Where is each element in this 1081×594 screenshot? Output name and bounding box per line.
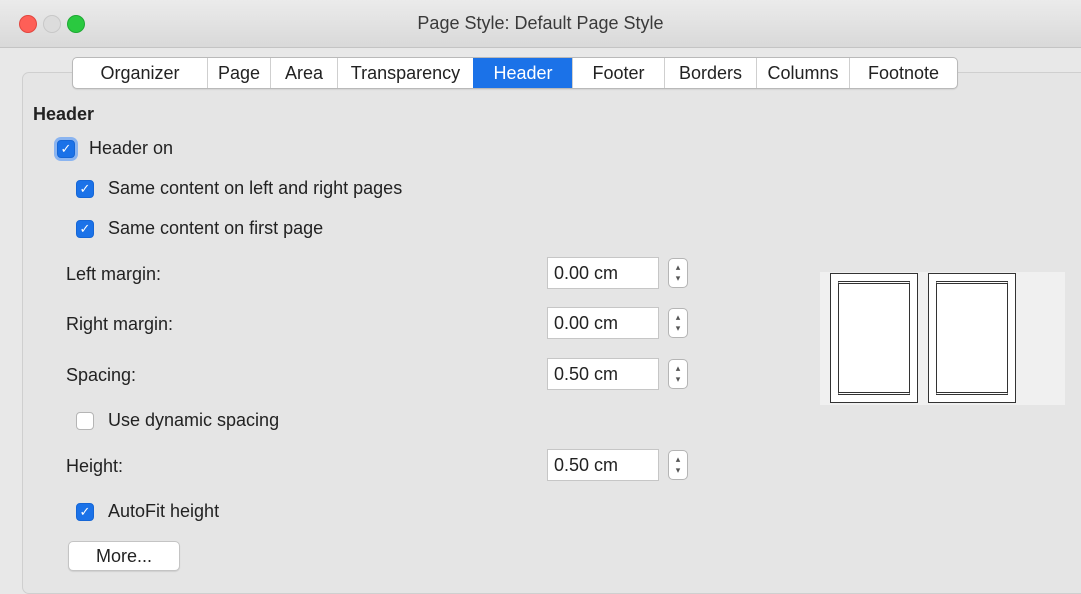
spin-up-icon: ▴: [675, 454, 681, 464]
spin-up-icon: ▴: [675, 363, 681, 373]
same-left-right-checkbox[interactable]: ✓: [76, 179, 94, 198]
spacing-label: Spacing:: [66, 365, 137, 385]
dynamic-spacing-checkbox[interactable]: [76, 411, 94, 430]
same-first-row: ✓ Same content on first page: [76, 218, 323, 239]
spin-up-icon: ▴: [675, 312, 681, 322]
tab-bar: Organizer Page Area Transparency Header …: [72, 57, 958, 89]
tab-footer[interactable]: Footer: [572, 58, 664, 88]
dynamic-spacing-row: Use dynamic spacing: [76, 410, 279, 431]
preview-left-page: [830, 273, 918, 403]
spin-up-icon: ▴: [675, 262, 681, 272]
checkmark-icon: ✓: [60, 141, 72, 156]
same-first-page-label[interactable]: Same content on first page: [108, 218, 323, 239]
tab-organizer[interactable]: Organizer: [73, 58, 207, 88]
tab-borders[interactable]: Borders: [664, 58, 756, 88]
height-spinner[interactable]: ▴ ▾: [668, 450, 688, 480]
right-margin-label: Right margin:: [66, 314, 174, 334]
more-button[interactable]: More...: [68, 541, 180, 571]
spacing-input[interactable]: [547, 358, 659, 390]
checkmark-icon: ✓: [79, 221, 91, 236]
tab-columns[interactable]: Columns: [756, 58, 849, 88]
header-on-checkbox[interactable]: ✓: [57, 139, 75, 158]
spin-down-icon: ▾: [675, 323, 681, 333]
title-bar: Page Style: Default Page Style: [0, 0, 1081, 48]
header-on-row: ✓ Header on: [57, 138, 173, 159]
header-on-label[interactable]: Header on: [89, 138, 173, 159]
autofit-height-label[interactable]: AutoFit height: [108, 501, 219, 522]
tab-transparency[interactable]: Transparency: [337, 58, 473, 88]
autofit-row: ✓ AutoFit height: [76, 501, 219, 522]
window-title: Page Style: Default Page Style: [417, 13, 664, 33]
preview-right-page: [928, 273, 1016, 403]
tab-area[interactable]: Area: [270, 58, 337, 88]
tab-footnote[interactable]: Footnote: [849, 58, 957, 88]
tab-header[interactable]: Header: [473, 58, 572, 88]
height-label: Height:: [66, 456, 124, 476]
dynamic-spacing-label[interactable]: Use dynamic spacing: [108, 410, 279, 431]
left-margin-spinner[interactable]: ▴ ▾: [668, 258, 688, 288]
preview-right-page-content: [936, 281, 1008, 395]
section-heading: Header: [33, 104, 95, 124]
spin-down-icon: ▾: [675, 273, 681, 283]
same-left-right-label[interactable]: Same content on left and right pages: [108, 178, 402, 199]
left-margin-input[interactable]: [547, 257, 659, 289]
autofit-height-checkbox[interactable]: ✓: [76, 502, 94, 521]
preview-left-page-content: [838, 281, 910, 395]
checkmark-icon: ✓: [79, 181, 91, 196]
right-margin-input[interactable]: [547, 307, 659, 339]
left-margin-label: Left margin:: [66, 264, 162, 284]
right-margin-spinner[interactable]: ▴ ▾: [668, 308, 688, 338]
spacing-spinner[interactable]: ▴ ▾: [668, 359, 688, 389]
checkmark-icon: ✓: [79, 504, 91, 519]
same-left-right-row: ✓ Same content on left and right pages: [76, 178, 402, 199]
tab-page[interactable]: Page: [207, 58, 270, 88]
same-first-page-checkbox[interactable]: ✓: [76, 219, 94, 238]
spin-down-icon: ▾: [675, 465, 681, 475]
height-input[interactable]: [547, 449, 659, 481]
spin-down-icon: ▾: [675, 374, 681, 384]
